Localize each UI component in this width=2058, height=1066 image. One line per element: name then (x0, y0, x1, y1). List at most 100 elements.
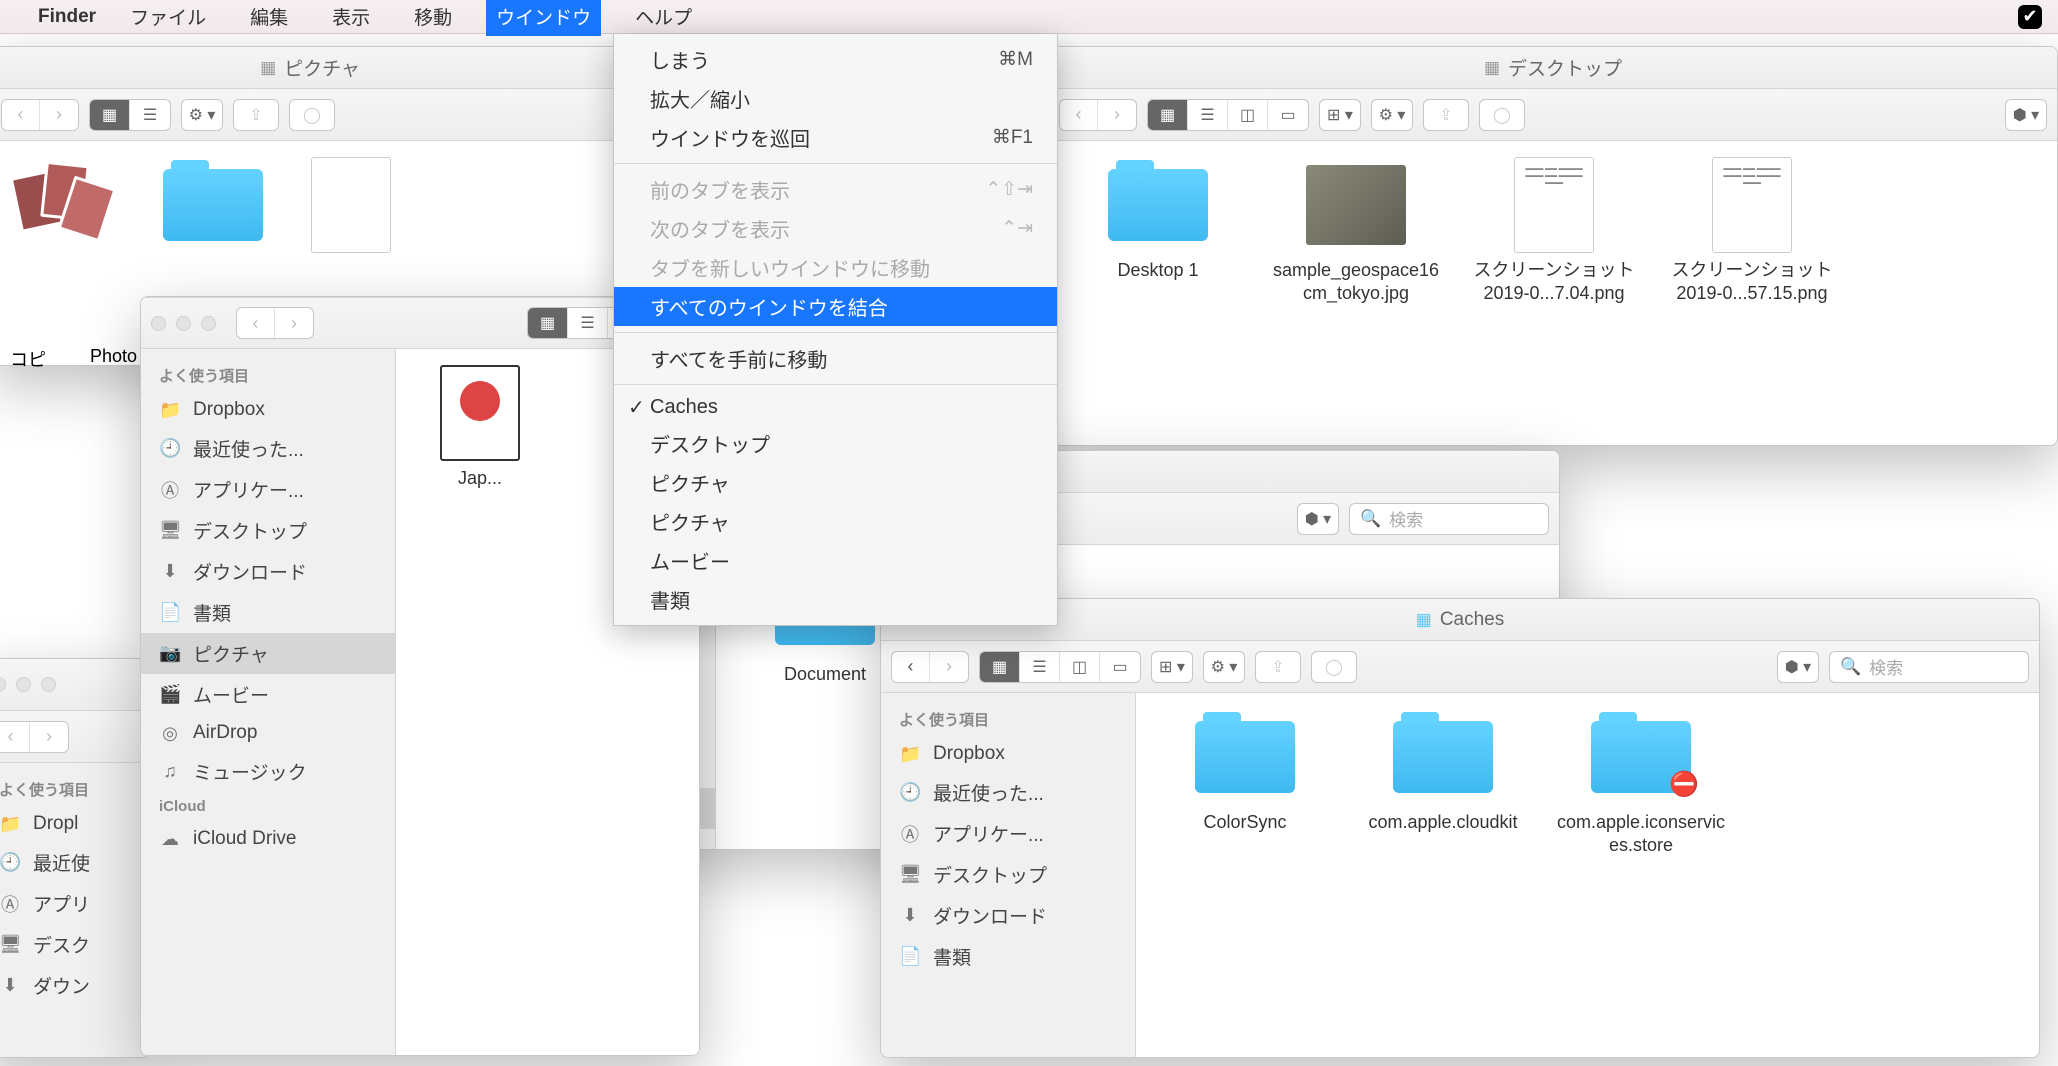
app-name[interactable]: Finder (38, 6, 96, 28)
sidebar-item[interactable]: 🕘最近使 (0, 842, 148, 883)
icon-view-icon[interactable]: ▦ (528, 308, 568, 338)
dropbox-group[interactable]: ⬢ ▾ (1297, 503, 1339, 535)
menu-item[interactable]: すべてを手前に移動 (614, 339, 1057, 378)
view-switcher[interactable]: ▦ ☰ ◫ ▭ (1147, 99, 1309, 131)
share-button[interactable]: ⇪ (1423, 99, 1469, 131)
menu-item[interactable]: ピクチャ (614, 502, 1057, 541)
file-item[interactable]: Desktop 1 (1073, 161, 1243, 304)
arrange-group[interactable]: ⊞ ▾ (1151, 651, 1193, 683)
traffic-lights[interactable] (0, 677, 56, 692)
dropbox-group[interactable]: ⬢ ▾ (1777, 651, 1819, 683)
file-item[interactable]: sample_geospace16cm_tokyo.jpg (1271, 161, 1441, 304)
list-view-icon[interactable]: ☰ (568, 308, 608, 338)
file-item[interactable]: Jap... (420, 369, 540, 490)
file-item[interactable]: com.apple.iconservices.store (1556, 713, 1726, 856)
list-view-icon[interactable]: ☰ (130, 100, 170, 130)
gear-icon[interactable]: ⚙ ▾ (182, 100, 222, 130)
menu-window[interactable]: ウインドウ (486, 0, 601, 36)
nav-arrows[interactable]: ‹› (1059, 99, 1137, 131)
sidebar-item[interactable]: 🎬ムービー (141, 674, 395, 715)
menu-item[interactable]: 拡大／縮小 (614, 79, 1057, 118)
search-input[interactable]: 🔍検索 (1829, 651, 2029, 683)
sidebar-item[interactable]: 📷ピクチャ (141, 633, 395, 674)
menu-item[interactable]: ウインドウを巡回⌘F1 (614, 118, 1057, 157)
file-item[interactable]: ▬▬▬ ▬▬ ▬▬▬▬ ▬▬▬ ▬▬ ▬▬▬▬ ▬▬▬スクリーンショット 201… (1667, 161, 1837, 304)
sidebar-item[interactable]: ⬇ダウンロード (881, 895, 1135, 936)
arrange-icon[interactable]: ⊞ ▾ (1320, 100, 1360, 130)
tag-button[interactable]: ◯ (1311, 651, 1357, 683)
sidebar-item[interactable]: ☁iCloud Drive (141, 821, 395, 857)
menu-item[interactable]: ムービー (614, 541, 1057, 580)
icon-view-icon[interactable]: ▦ (90, 100, 130, 130)
content-area[interactable]: Desktop 1sample_geospace16cm_tokyo.jpg▬▬… (1049, 141, 2057, 445)
forward-icon[interactable]: › (1098, 100, 1136, 130)
gallery-view-icon[interactable]: ▭ (1100, 652, 1140, 682)
view-switcher[interactable]: ▦ ☰ ◫ ▭ (979, 651, 1141, 683)
dropbox-icon[interactable]: ⬢ ▾ (1778, 652, 1818, 682)
titlebar[interactable]: ▦ デスクトップ (1049, 47, 2057, 89)
nav-arrows[interactable]: ‹› (891, 651, 969, 683)
content-area[interactable] (0, 141, 629, 279)
file-item[interactable] (311, 161, 391, 259)
gallery-view-icon[interactable]: ▭ (1268, 100, 1308, 130)
arrange-group[interactable]: ⊞ ▾ (1319, 99, 1361, 131)
sidebar-item[interactable]: 📁Dropl (0, 806, 148, 842)
dropbox-icon[interactable]: ⬢ ▾ (1298, 504, 1338, 534)
icon-view-icon[interactable]: ▦ (1148, 100, 1188, 130)
sidebar-item[interactable]: 🖥デスクトップ (881, 854, 1135, 895)
column-view-icon[interactable]: ◫ (1228, 100, 1268, 130)
file-item[interactable]: ▬▬▬ ▬▬ ▬▬▬▬ ▬▬▬ ▬▬ ▬▬▬▬ ▬▬▬スクリーンショット 201… (1469, 161, 1639, 304)
menu-item[interactable]: すべてのウインドウを結合 (614, 287, 1057, 326)
sidebar-item[interactable]: 🕘最近使った... (141, 428, 395, 469)
sidebar-item[interactable]: Ⓐアプリケー... (881, 813, 1135, 854)
nav-arrows[interactable]: ‹› (0, 721, 69, 753)
column-view-icon[interactable]: ◫ (1060, 652, 1100, 682)
menu-help[interactable]: ヘルプ (625, 0, 702, 36)
file-item[interactable]: ColorSync (1160, 713, 1330, 856)
menu-file[interactable]: ファイル (120, 0, 216, 36)
dropbox-icon[interactable]: ⬢ ▾ (2006, 100, 2046, 130)
menu-item[interactable]: ピクチャ (614, 463, 1057, 502)
sidebar-item[interactable]: ⬇ダウン (0, 965, 148, 1006)
nav-arrows[interactable]: ‹› (1, 99, 79, 131)
menu-item[interactable]: しまう⌘M (614, 40, 1057, 79)
content-area[interactable]: ColorSynccom.apple.cloudkitcom.apple.ico… (1136, 693, 2039, 1057)
sidebar-item[interactable]: 🖥デスクトップ (141, 510, 395, 551)
tag-button[interactable]: ◯ (289, 99, 335, 131)
view-switcher[interactable]: ▦☰ (89, 99, 171, 131)
search-input[interactable]: 🔍検索 (1349, 503, 1549, 535)
list-view-icon[interactable]: ☰ (1020, 652, 1060, 682)
sidebar-item[interactable]: 🖥デスク (0, 924, 148, 965)
sidebar-item[interactable]: ♫ミュージック (141, 751, 395, 792)
sidebar-item[interactable]: Ⓐアプリケー... (141, 469, 395, 510)
menu-item[interactable]: Caches (614, 391, 1057, 424)
icon-view-icon[interactable]: ▦ (980, 652, 1020, 682)
back-icon[interactable]: ‹ (892, 652, 930, 682)
menu-edit[interactable]: 編集 (240, 0, 298, 36)
status-shield-icon[interactable]: ✔ (2018, 5, 2042, 29)
share-button[interactable]: ⇪ (233, 99, 279, 131)
tag-button[interactable]: ◯ (1479, 99, 1525, 131)
sidebar-item[interactable]: 📄書類 (141, 592, 395, 633)
action-group[interactable]: ⚙ ▾ (1203, 651, 1245, 683)
titlebar[interactable]: ▦ ピクチャ (0, 47, 629, 89)
menu-item[interactable]: デスクトップ (614, 424, 1057, 463)
sidebar-item[interactable]: 🕘最近使った... (881, 772, 1135, 813)
file-item[interactable] (143, 161, 283, 259)
sidebar-item[interactable]: 📁Dropbox (881, 736, 1135, 772)
menu-go[interactable]: 移動 (404, 0, 462, 36)
gear-icon[interactable]: ⚙ ▾ (1372, 100, 1412, 130)
share-button[interactable]: ⇪ (1255, 651, 1301, 683)
forward-icon[interactable]: › (930, 652, 968, 682)
back-icon[interactable]: ‹ (1060, 100, 1098, 130)
sidebar-item[interactable]: ◎AirDrop (141, 715, 395, 751)
menu-view[interactable]: 表示 (322, 0, 380, 36)
gear-icon[interactable]: ⚙ ▾ (1204, 652, 1244, 682)
sidebar-item[interactable]: 📁Dropbox (141, 392, 395, 428)
action-group[interactable]: ⚙ ▾ (1371, 99, 1413, 131)
nav-arrows[interactable]: ‹› (236, 307, 314, 339)
file-item[interactable] (15, 161, 115, 259)
arrange-icon[interactable]: ⊞ ▾ (1152, 652, 1192, 682)
sidebar-item[interactable]: 📄書類 (881, 936, 1135, 977)
sidebar-item[interactable]: Ⓐアプリ (0, 883, 148, 924)
